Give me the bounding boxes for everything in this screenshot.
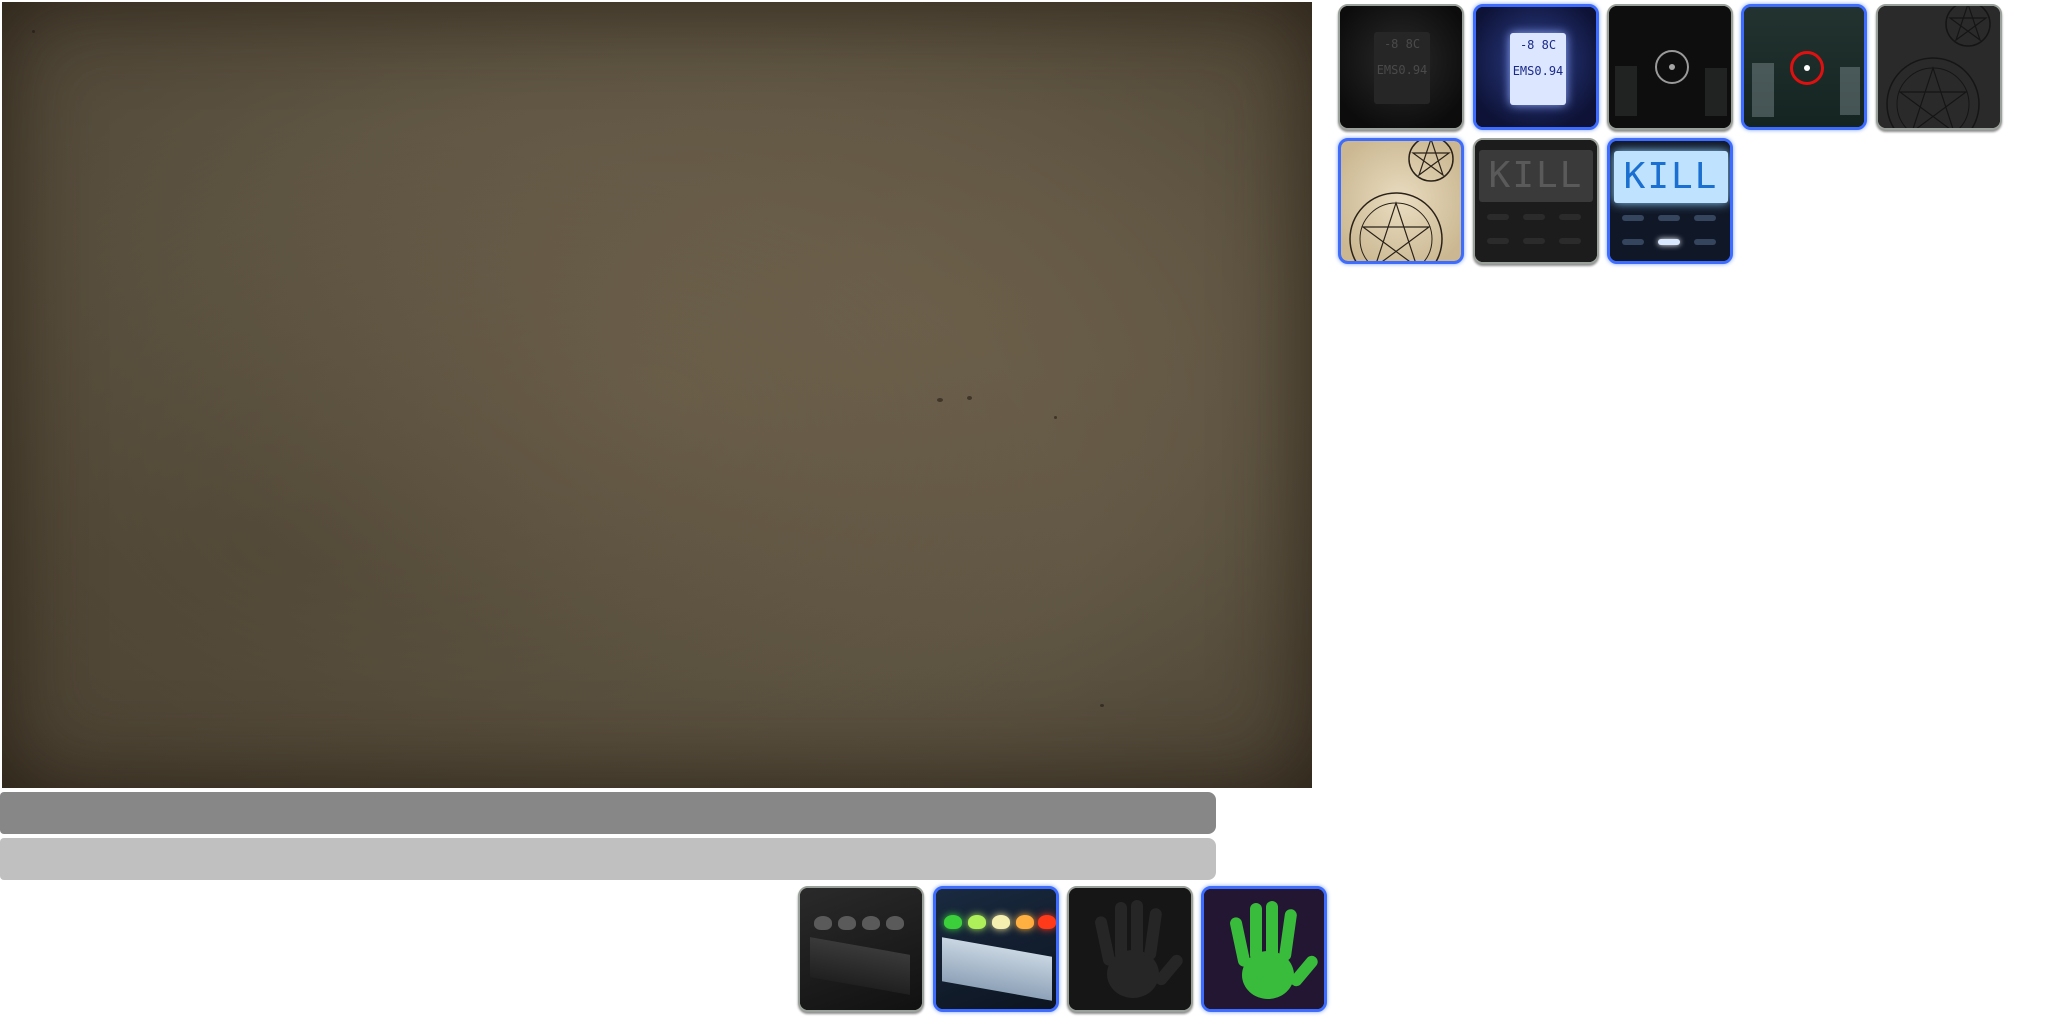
led-icon xyxy=(992,915,1010,929)
handprint-icon xyxy=(1230,901,1318,999)
evidence-tile-spirit-box-off[interactable]: KILL xyxy=(1473,138,1599,264)
emf-reading-line1: -8 8C xyxy=(1519,38,1557,52)
pentagram-icon xyxy=(1886,6,1991,128)
spirit-box-screen: KILL xyxy=(1479,150,1593,202)
spirit-box-keypad xyxy=(1483,210,1593,260)
evidence-tile-fingerprints-on[interactable] xyxy=(1201,886,1327,1012)
evidence-tile-emf-leds-on[interactable] xyxy=(933,886,1059,1012)
evidence-tile-ghost-writing-on[interactable] xyxy=(1338,138,1464,264)
emf-reading-line2: EMS0.94 xyxy=(1512,64,1564,78)
led-icon xyxy=(1038,915,1056,929)
evidence-tile-spirit-box-on[interactable]: KILL xyxy=(1607,138,1733,264)
led-icon xyxy=(862,916,880,930)
emf-meter-screen: -8 8C EMS0.94 xyxy=(1510,33,1566,105)
pentagram-icon xyxy=(1349,141,1454,261)
evidence-tile-fingerprints-off[interactable] xyxy=(1067,886,1193,1012)
led-icon xyxy=(838,916,856,930)
parchment-panel xyxy=(2,2,1312,788)
evidence-tile-ghost-writing-off[interactable] xyxy=(1876,4,2002,130)
spirit-box-keypad xyxy=(1618,211,1728,261)
led-icon xyxy=(886,916,904,930)
emf-reading-line1: -8 8C xyxy=(1383,37,1421,51)
evidence-tile-ghost-orb-off[interactable] xyxy=(1607,4,1733,130)
emf-meter-screen: -8 8C EMS0.94 xyxy=(1374,32,1430,104)
emf-reading-line2: EMS0.94 xyxy=(1376,63,1428,77)
ghost-orb-icon xyxy=(1669,64,1675,70)
evidence-tile-ghost-orb-on[interactable] xyxy=(1741,4,1867,130)
led-icon xyxy=(814,916,832,930)
spirit-box-screen: KILL xyxy=(1614,151,1728,203)
progress-bar-dark xyxy=(0,792,1216,834)
evidence-tile-emf-on[interactable]: -8 8C EMS0.94 xyxy=(1473,4,1599,130)
led-icon xyxy=(968,915,986,929)
handprint-icon xyxy=(1095,900,1183,998)
progress-bar-light xyxy=(0,838,1216,880)
evidence-tile-emf-off[interactable]: -8 8C EMS0.94 xyxy=(1338,4,1464,130)
evidence-tile-emf-leds-off[interactable] xyxy=(798,886,924,1012)
ghost-orb-icon xyxy=(1804,65,1810,71)
led-icon xyxy=(944,915,962,929)
led-icon xyxy=(1016,915,1034,929)
